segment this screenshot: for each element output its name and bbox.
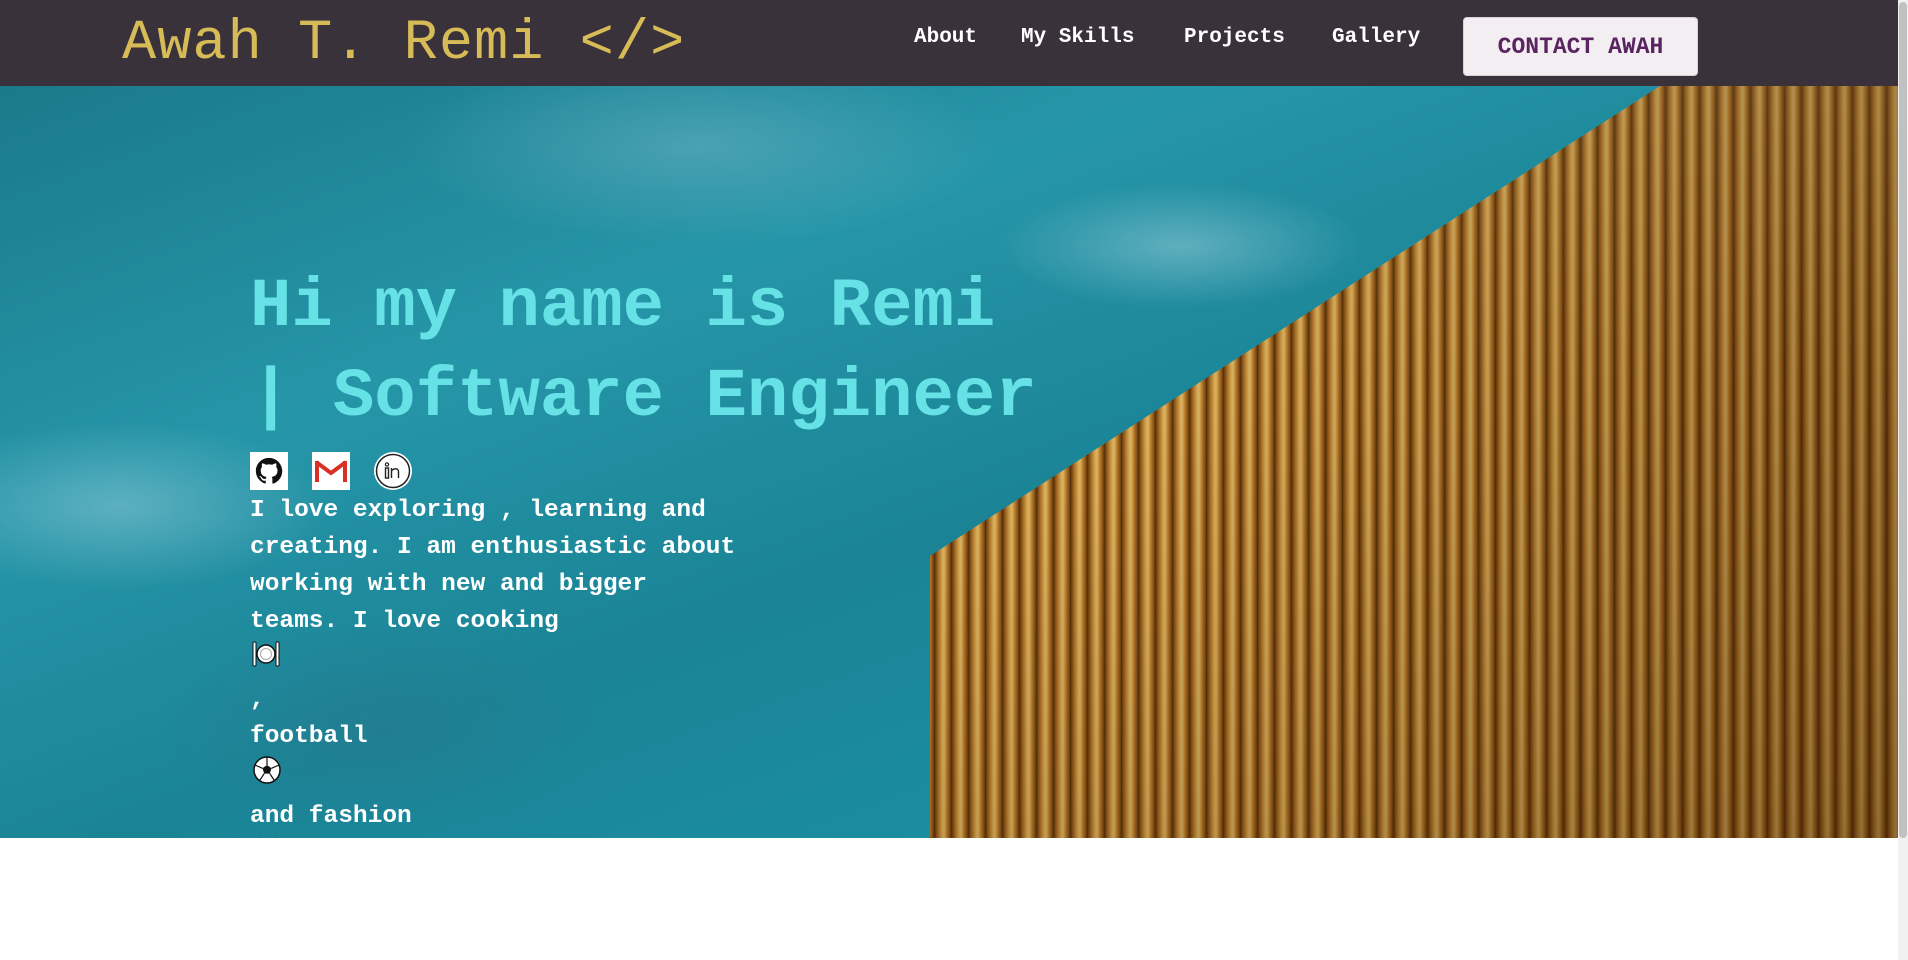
nav-link-projects[interactable]: Projects (1184, 26, 1285, 49)
glasses-icon (252, 835, 830, 838)
navbar: Awah T. Remi </> About My Skills Project… (0, 0, 1898, 86)
bio-line-1: I love exploring , learning and (250, 497, 706, 524)
hero-headline-line1: Hi my name is Remi (250, 268, 996, 346)
linkedin-link[interactable] (374, 452, 412, 490)
bio-line-5-rest: and fashion (250, 803, 412, 830)
github-link[interactable] (250, 452, 288, 490)
nav-link-gallery[interactable]: Gallery (1332, 26, 1420, 49)
bio-line-2: creating. I am enthusiastic about (250, 534, 736, 561)
github-icon (255, 457, 283, 484)
page-scrollbar[interactable] (1898, 0, 1908, 960)
contact-button[interactable]: CONTACT AWAH (1463, 17, 1698, 76)
bio-line-4-suffix: , (250, 686, 265, 713)
hero-section: Hi my name is Remi | Software Engineer I… (0, 86, 1898, 838)
hero-bio: I love exploring , learning and creating… (250, 492, 830, 838)
bio-line-3: working with new and bigger (250, 571, 647, 598)
linkedin-icon (375, 453, 411, 489)
hero-headline-line2: | Software Engineer (250, 358, 1037, 436)
bio-line-4-text: teams. I love cooking (250, 608, 559, 635)
soccer-ball-icon (252, 755, 830, 798)
bio-line-5-text: football (250, 723, 368, 750)
gmail-link[interactable] (312, 452, 350, 490)
bio-line-4: teams. I love cooking, (250, 603, 830, 718)
bio-line-5: football and fashion (250, 718, 830, 838)
scrollbar-thumb[interactable] (1899, 2, 1907, 838)
nav-link-about[interactable]: About (914, 26, 977, 49)
gmail-icon (314, 460, 348, 482)
nav-link-my-skills[interactable]: My Skills (1021, 26, 1134, 49)
hero-headline: Hi my name is Remi | Software Engineer (250, 262, 1250, 442)
plate-cutlery-icon (252, 640, 830, 681)
